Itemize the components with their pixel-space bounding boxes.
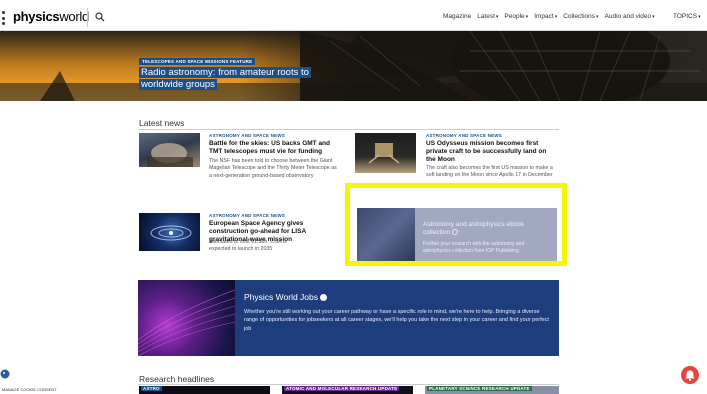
search-icon[interactable] <box>95 12 105 22</box>
article-summary: The craft also becomes the first US miss… <box>426 165 553 180</box>
section-divider <box>138 129 559 130</box>
chevron-down-icon: ▾ <box>698 14 701 20</box>
menu-item-collections[interactable]: Collections▾ <box>563 13 598 20</box>
arrow-circle-icon <box>320 294 328 302</box>
article-headline[interactable]: Battle for the skies: US backs GMT and T… <box>209 140 337 156</box>
telescope-image <box>147 143 193 167</box>
chevron-down-icon: ▾ <box>525 14 529 20</box>
latest-news-heading: Latest news <box>139 118 185 128</box>
menu-item-people[interactable]: People▾ <box>504 13 528 20</box>
jobs-title-text: Physics World Jobs <box>244 292 319 302</box>
cookie-consent-label[interactable]: MANAGE COOKIE CONSENT <box>2 387 57 392</box>
logo-bold: physics <box>13 9 60 24</box>
jobs-banner[interactable]: Physics World Jobs Whether you're still … <box>138 280 559 356</box>
jobs-banner-image <box>138 280 236 356</box>
menu-item-impact[interactable]: Impact▾ <box>534 13 557 20</box>
abstract-lines-image <box>138 289 236 356</box>
research-category-tag[interactable]: ASTRO <box>141 386 162 391</box>
moon-lander-image <box>368 143 400 164</box>
cookie-consent-icon[interactable] <box>0 368 10 380</box>
logo-thin: world <box>59 9 89 24</box>
chevron-down-icon: ▾ <box>596 14 599 20</box>
chevron-down-icon: ▾ <box>495 14 499 20</box>
article-thumbnail[interactable] <box>139 133 200 167</box>
radio-telescope-image <box>0 31 707 101</box>
research-category-tag[interactable]: ATOMIC AND MOLECULAR RESEARCH UPDATE <box>284 386 400 391</box>
research-headlines-heading: Research headlines <box>139 374 215 384</box>
hero-banner[interactable]: TELESCOPES AND SPACE MISSIONS FEATURE Ra… <box>0 31 707 101</box>
article-headline[interactable]: US Odysseus mission becomes first privat… <box>426 140 556 164</box>
article-summary: The NSF has been told to choose between … <box>209 158 337 179</box>
article-category-tag[interactable]: ASTRONOMY AND SPACE NEWS <box>209 213 285 218</box>
article-thumbnail[interactable] <box>139 213 200 251</box>
main-menu: Magazine Latest▾ People▾ Impact▾ Collect… <box>443 13 661 20</box>
topics-label: TOPICS <box>673 13 698 20</box>
menu-item-label: Magazine <box>443 13 472 20</box>
menu-item-label: Impact <box>534 13 554 20</box>
menu-handle-icon[interactable] <box>2 11 6 25</box>
article-category-tag[interactable]: ASTRONOMY AND SPACE NEWS <box>426 133 502 138</box>
menu-item-label: Latest <box>477 13 495 20</box>
menu-item-label: Collections <box>563 13 596 20</box>
menu-item-audio-video[interactable]: Audio and video▾ <box>605 13 655 20</box>
site-logo[interactable]: physicsworld <box>13 9 89 24</box>
chevron-down-icon: ▾ <box>652 14 655 20</box>
hero-title-text: Radio astronomy: from amateur roots to w… <box>139 67 311 90</box>
hero-title[interactable]: Radio astronomy: from amateur roots to w… <box>139 67 311 91</box>
jobs-description: Whether you're still working out your ca… <box>244 309 549 332</box>
help-button[interactable] <box>681 366 699 384</box>
research-category-tag[interactable]: PLANETARY SCIENCE RESEARCH UPDATE <box>427 386 532 391</box>
menu-item-label: Audio and video <box>604 13 652 20</box>
topics-menu[interactable]: TOPICS▾ <box>673 13 701 20</box>
hero-category-tag[interactable]: TELESCOPES AND SPACE MISSIONS FEATURE <box>139 58 256 65</box>
section-divider <box>138 384 559 385</box>
article-summary: Estimated to cost €1.5bn, LISA is expect… <box>209 239 287 253</box>
jobs-title[interactable]: Physics World Jobs <box>244 292 328 302</box>
menu-item-label: People <box>504 13 525 20</box>
top-navigation: physicsworld Magazine Latest▾ People▾ Im… <box>0 4 707 31</box>
article-category-tag[interactable]: ASTRONOMY AND SPACE NEWS <box>209 133 285 138</box>
menu-item-magazine[interactable]: Magazine <box>443 13 471 20</box>
article-thumbnail[interactable] <box>355 133 416 173</box>
menu-item-latest[interactable]: Latest▾ <box>477 13 498 20</box>
bell-icon <box>685 370 695 381</box>
nav-divider <box>87 8 88 27</box>
gravitational-wave-image <box>150 225 192 241</box>
highlight-box <box>345 183 567 266</box>
chevron-down-icon: ▾ <box>554 14 558 20</box>
